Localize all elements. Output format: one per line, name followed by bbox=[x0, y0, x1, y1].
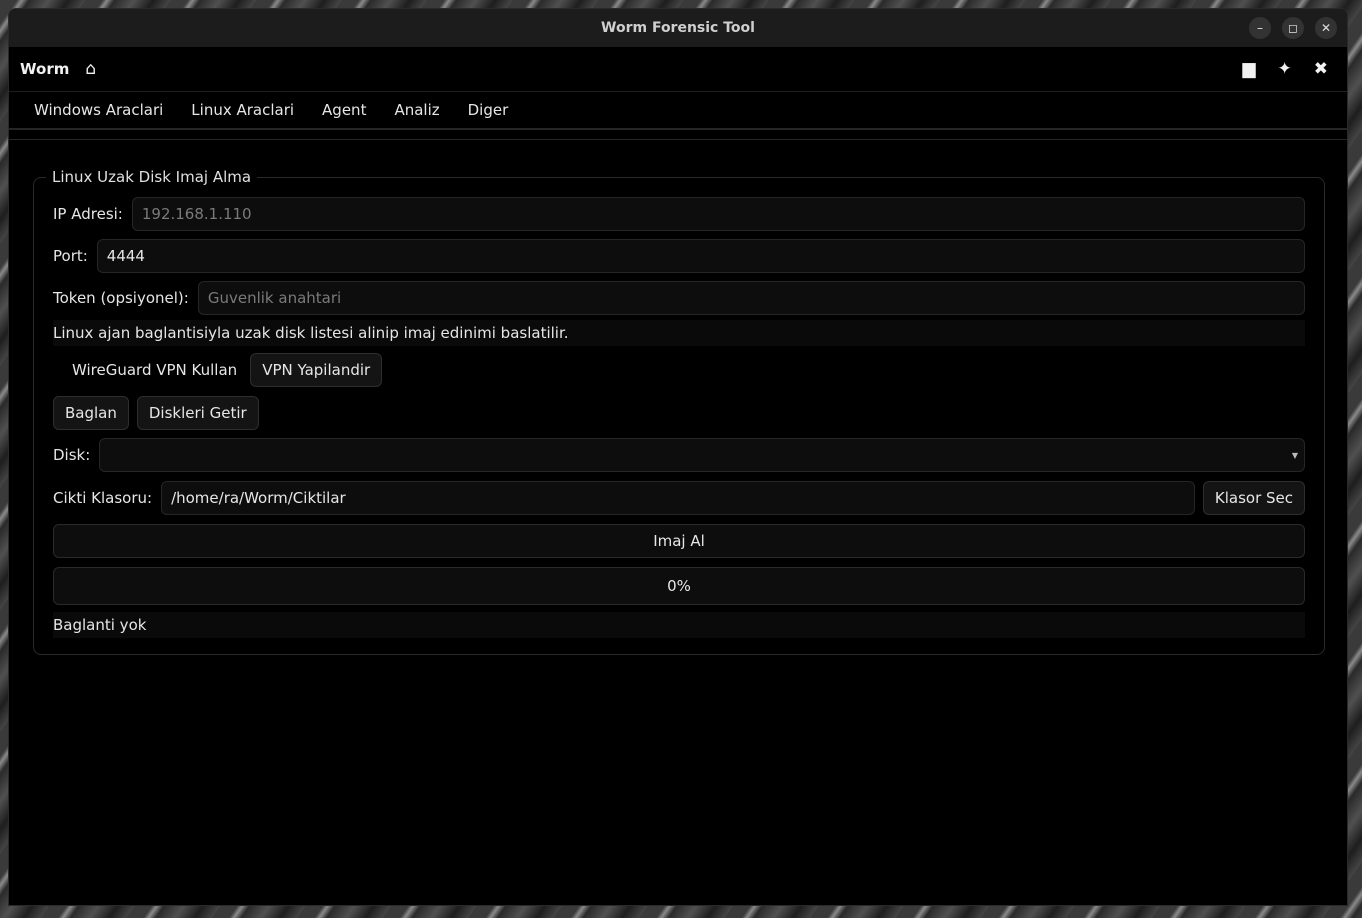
connect-button[interactable]: Baglan bbox=[53, 396, 129, 430]
minimize-button[interactable]: – bbox=[1249, 17, 1271, 39]
progress-text: 0% bbox=[667, 577, 691, 595]
port-value: 4444 bbox=[106, 247, 145, 265]
maximize-icon: ◻ bbox=[1288, 21, 1298, 35]
tools-icon[interactable]: ✖ bbox=[1314, 59, 1328, 79]
menu-analiz[interactable]: Analiz bbox=[380, 101, 453, 119]
ip-row: IP Adresi: 192.168.1.110 bbox=[53, 197, 1305, 231]
maximize-button[interactable]: ◻ bbox=[1282, 17, 1304, 39]
ip-input[interactable]: 192.168.1.110 bbox=[131, 197, 1305, 231]
token-row: Token (opsiyonel): Guvenlik anahtari bbox=[53, 281, 1305, 315]
output-row: Cikti Klasoru: /home/ra/Worm/Ciktilar Kl… bbox=[53, 481, 1305, 515]
token-label: Token (opsiyonel): bbox=[53, 289, 189, 307]
monitor-icon[interactable]: ▆ bbox=[1242, 59, 1255, 79]
window-title: Worm Forensic Tool bbox=[601, 20, 755, 36]
window-controls: – ◻ ✕ bbox=[1249, 17, 1337, 39]
progress-row: 0% bbox=[53, 567, 1305, 605]
port-input[interactable]: 4444 bbox=[96, 239, 1305, 273]
connect-row: Baglan Diskleri Getir bbox=[53, 396, 1305, 430]
take-image-button[interactable]: Imaj Al bbox=[53, 524, 1305, 558]
fetch-disks-button[interactable]: Diskleri Getir bbox=[136, 396, 259, 430]
port-label: Port: bbox=[53, 247, 88, 265]
menu-separator bbox=[9, 130, 1347, 140]
close-button[interactable]: ✕ bbox=[1315, 17, 1337, 39]
ip-placeholder: 192.168.1.110 bbox=[141, 205, 252, 223]
app-window: Worm Forensic Tool – ◻ ✕ Worm ⌂ ▆ ✦ ✖ Wi… bbox=[8, 8, 1348, 906]
output-label: Cikti Klasoru: bbox=[53, 489, 153, 507]
progress-bar: 0% bbox=[53, 567, 1305, 605]
menu-linux-araclari[interactable]: Linux Araclari bbox=[177, 101, 308, 119]
token-input[interactable]: Guvenlik anahtari bbox=[197, 281, 1305, 315]
status-text: Baglanti yok bbox=[53, 612, 1305, 638]
output-folder-value: /home/ra/Worm/Ciktilar bbox=[171, 489, 346, 507]
port-row: Port: 4444 bbox=[53, 239, 1305, 273]
menu-diger[interactable]: Diger bbox=[454, 101, 523, 119]
output-folder-input[interactable]: /home/ra/Worm/Ciktilar bbox=[161, 481, 1195, 515]
window-titlebar[interactable]: Worm Forensic Tool – ◻ ✕ bbox=[9, 9, 1347, 47]
image-row: Imaj Al bbox=[53, 524, 1305, 558]
main-menu: Windows Araclari Linux Araclari Agent An… bbox=[9, 92, 1347, 130]
close-icon: ✕ bbox=[1320, 21, 1332, 35]
app-header: Worm ⌂ ▆ ✦ ✖ bbox=[9, 47, 1347, 92]
menu-agent[interactable]: Agent bbox=[308, 101, 380, 119]
browse-folder-button[interactable]: Klasor Sec bbox=[1202, 481, 1305, 515]
ip-label: IP Adresi: bbox=[53, 205, 123, 223]
sparkle-icon[interactable]: ✦ bbox=[1278, 59, 1292, 79]
token-placeholder: Guvenlik anahtari bbox=[207, 289, 342, 307]
remote-disk-image-group: Linux Uzak Disk Imaj Alma IP Adresi: 192… bbox=[33, 168, 1325, 655]
menu-windows-araclari[interactable]: Windows Araclari bbox=[20, 101, 177, 119]
disk-select[interactable]: ▼ bbox=[99, 438, 1305, 472]
group-title: Linux Uzak Disk Imaj Alma bbox=[46, 168, 258, 186]
vpn-row: WireGuard VPN Kullan VPN Yapilandir bbox=[53, 353, 1305, 387]
status-row: Baglanti yok bbox=[53, 612, 1305, 638]
minimize-icon: – bbox=[1257, 21, 1263, 35]
wireguard-vpn-checkbox[interactable]: WireGuard VPN Kullan bbox=[72, 361, 237, 379]
app-brand: Worm bbox=[20, 60, 70, 78]
home-icon[interactable]: ⌂ bbox=[85, 59, 96, 79]
info-text: Linux ajan baglantisiyla uzak disk liste… bbox=[53, 320, 1305, 346]
vpn-configure-button[interactable]: VPN Yapilandir bbox=[250, 353, 383, 387]
info-row: Linux ajan baglantisiyla uzak disk liste… bbox=[53, 320, 1305, 346]
chevron-down-icon: ▼ bbox=[1291, 451, 1298, 460]
disk-row: Disk: ▼ bbox=[53, 438, 1305, 472]
header-actions: ▆ ✦ ✖ bbox=[1242, 59, 1328, 79]
disk-label: Disk: bbox=[53, 446, 91, 464]
